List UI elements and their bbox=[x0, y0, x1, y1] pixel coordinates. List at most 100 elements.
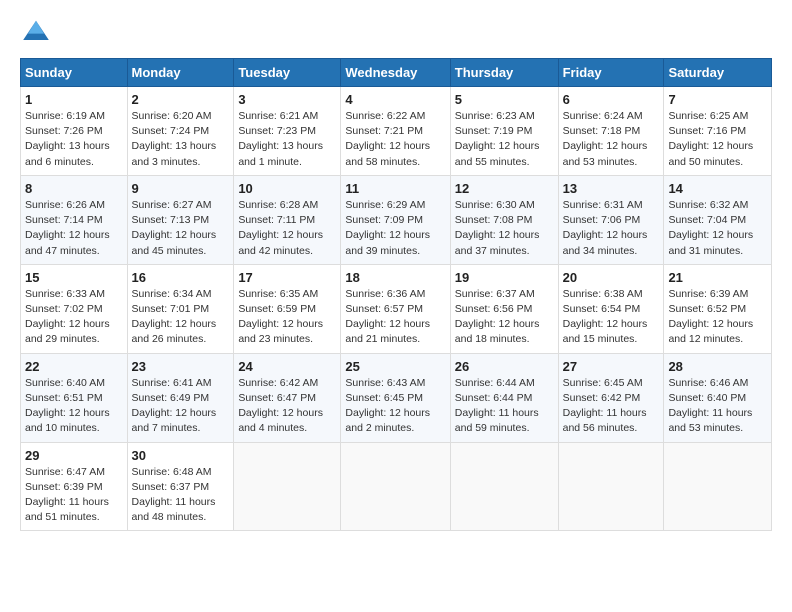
day-number: 29 bbox=[25, 448, 123, 463]
calendar-week-row: 1 Sunrise: 6:19 AM Sunset: 7:26 PM Daylig… bbox=[21, 87, 772, 176]
page-header bbox=[20, 16, 772, 48]
calendar-cell: 20 Sunrise: 6:38 AM Sunset: 6:54 PM Dayli… bbox=[558, 264, 664, 353]
calendar-cell: 13 Sunrise: 6:31 AM Sunset: 7:06 PM Dayli… bbox=[558, 175, 664, 264]
calendar-cell: 22Sunrise: 6:40 AM Sunset: 6:51 PM Dayli… bbox=[21, 353, 128, 442]
day-info: Sunrise: 6:25 AM Sunset: 7:16 PM Dayligh… bbox=[668, 109, 767, 170]
day-info: Sunrise: 6:29 AM Sunset: 7:09 PM Dayligh… bbox=[345, 198, 445, 259]
calendar-table: SundayMondayTuesdayWednesdayThursdayFrid… bbox=[20, 58, 772, 531]
day-info: Sunrise: 6:44 AM Sunset: 6:44 PM Dayligh… bbox=[455, 376, 554, 437]
day-number: 18 bbox=[345, 270, 445, 285]
day-number: 5 bbox=[455, 92, 554, 107]
calendar-day-header: Thursday bbox=[450, 59, 558, 87]
calendar-cell bbox=[558, 442, 664, 531]
calendar-cell: 5 Sunrise: 6:23 AM Sunset: 7:19 PM Daylig… bbox=[450, 87, 558, 176]
calendar-cell bbox=[341, 442, 450, 531]
day-info: Sunrise: 6:48 AM Sunset: 6:37 PM Dayligh… bbox=[132, 465, 230, 526]
calendar-day-header: Saturday bbox=[664, 59, 772, 87]
day-number: 10 bbox=[238, 181, 336, 196]
calendar-cell: 8Sunrise: 6:26 AM Sunset: 7:14 PM Daylig… bbox=[21, 175, 128, 264]
day-number: 28 bbox=[668, 359, 767, 374]
calendar-cell: 25 Sunrise: 6:43 AM Sunset: 6:45 PM Dayli… bbox=[341, 353, 450, 442]
day-info: Sunrise: 6:38 AM Sunset: 6:54 PM Dayligh… bbox=[563, 287, 660, 348]
calendar-cell: 3 Sunrise: 6:21 AM Sunset: 7:23 PM Daylig… bbox=[234, 87, 341, 176]
day-number: 20 bbox=[563, 270, 660, 285]
calendar-cell: 24 Sunrise: 6:42 AM Sunset: 6:47 PM Dayli… bbox=[234, 353, 341, 442]
calendar-cell: 12 Sunrise: 6:30 AM Sunset: 7:08 PM Dayli… bbox=[450, 175, 558, 264]
day-info: Sunrise: 6:24 AM Sunset: 7:18 PM Dayligh… bbox=[563, 109, 660, 170]
day-info: Sunrise: 6:39 AM Sunset: 6:52 PM Dayligh… bbox=[668, 287, 767, 348]
calendar-cell: 6 Sunrise: 6:24 AM Sunset: 7:18 PM Daylig… bbox=[558, 87, 664, 176]
day-number: 13 bbox=[563, 181, 660, 196]
day-info: Sunrise: 6:41 AM Sunset: 6:49 PM Dayligh… bbox=[132, 376, 230, 437]
calendar-cell: 15 Sunrise: 6:33 AM Sunset: 7:02 PM Dayli… bbox=[21, 264, 128, 353]
day-number: 17 bbox=[238, 270, 336, 285]
day-number: 15 bbox=[25, 270, 123, 285]
calendar-cell: 10Sunrise: 6:28 AM Sunset: 7:11 PM Dayli… bbox=[234, 175, 341, 264]
calendar-cell: 30 Sunrise: 6:48 AM Sunset: 6:37 PM Dayli… bbox=[127, 442, 234, 531]
calendar-cell bbox=[234, 442, 341, 531]
day-info: Sunrise: 6:31 AM Sunset: 7:06 PM Dayligh… bbox=[563, 198, 660, 259]
day-info: Sunrise: 6:34 AM Sunset: 7:01 PM Dayligh… bbox=[132, 287, 230, 348]
day-number: 1 bbox=[25, 92, 123, 107]
day-number: 26 bbox=[455, 359, 554, 374]
calendar-header-row: SundayMondayTuesdayWednesdayThursdayFrid… bbox=[21, 59, 772, 87]
day-number: 8 bbox=[25, 181, 123, 196]
day-info: Sunrise: 6:45 AM Sunset: 6:42 PM Dayligh… bbox=[563, 376, 660, 437]
day-number: 25 bbox=[345, 359, 445, 374]
calendar-cell: 4 Sunrise: 6:22 AM Sunset: 7:21 PM Daylig… bbox=[341, 87, 450, 176]
day-number: 12 bbox=[455, 181, 554, 196]
day-number: 22 bbox=[25, 359, 123, 374]
calendar-cell bbox=[664, 442, 772, 531]
calendar-cell: 26 Sunrise: 6:44 AM Sunset: 6:44 PM Dayli… bbox=[450, 353, 558, 442]
calendar-cell: 23 Sunrise: 6:41 AM Sunset: 6:49 PM Dayli… bbox=[127, 353, 234, 442]
calendar-cell: 14 Sunrise: 6:32 AM Sunset: 7:04 PM Dayli… bbox=[664, 175, 772, 264]
day-number: 6 bbox=[563, 92, 660, 107]
day-number: 27 bbox=[563, 359, 660, 374]
day-info: Sunrise: 6:32 AM Sunset: 7:04 PM Dayligh… bbox=[668, 198, 767, 259]
calendar-day-header: Friday bbox=[558, 59, 664, 87]
day-number: 7 bbox=[668, 92, 767, 107]
calendar-cell: 19 Sunrise: 6:37 AM Sunset: 6:56 PM Dayli… bbox=[450, 264, 558, 353]
day-info: Sunrise: 6:42 AM Sunset: 6:47 PM Dayligh… bbox=[238, 376, 336, 437]
calendar-week-row: 15 Sunrise: 6:33 AM Sunset: 7:02 PM Dayli… bbox=[21, 264, 772, 353]
calendar-cell: 17Sunrise: 6:35 AM Sunset: 6:59 PM Dayli… bbox=[234, 264, 341, 353]
day-number: 21 bbox=[668, 270, 767, 285]
day-info: Sunrise: 6:47 AM Sunset: 6:39 PM Dayligh… bbox=[25, 465, 123, 526]
calendar-cell: 1 Sunrise: 6:19 AM Sunset: 7:26 PM Daylig… bbox=[21, 87, 128, 176]
day-number: 4 bbox=[345, 92, 445, 107]
calendar-cell: 7 Sunrise: 6:25 AM Sunset: 7:16 PM Daylig… bbox=[664, 87, 772, 176]
day-info: Sunrise: 6:36 AM Sunset: 6:57 PM Dayligh… bbox=[345, 287, 445, 348]
calendar-cell: 27 Sunrise: 6:45 AM Sunset: 6:42 PM Dayli… bbox=[558, 353, 664, 442]
day-info: Sunrise: 6:22 AM Sunset: 7:21 PM Dayligh… bbox=[345, 109, 445, 170]
day-number: 23 bbox=[132, 359, 230, 374]
day-number: 24 bbox=[238, 359, 336, 374]
calendar-day-header: Sunday bbox=[21, 59, 128, 87]
day-number: 2 bbox=[132, 92, 230, 107]
day-info: Sunrise: 6:23 AM Sunset: 7:19 PM Dayligh… bbox=[455, 109, 554, 170]
day-info: Sunrise: 6:20 AM Sunset: 7:24 PM Dayligh… bbox=[132, 109, 230, 170]
calendar-cell: 11 Sunrise: 6:29 AM Sunset: 7:09 PM Dayli… bbox=[341, 175, 450, 264]
calendar-day-header: Wednesday bbox=[341, 59, 450, 87]
day-number: 11 bbox=[345, 181, 445, 196]
day-info: Sunrise: 6:37 AM Sunset: 6:56 PM Dayligh… bbox=[455, 287, 554, 348]
day-info: Sunrise: 6:19 AM Sunset: 7:26 PM Dayligh… bbox=[25, 109, 123, 170]
day-number: 9 bbox=[132, 181, 230, 196]
day-info: Sunrise: 6:33 AM Sunset: 7:02 PM Dayligh… bbox=[25, 287, 123, 348]
day-number: 16 bbox=[132, 270, 230, 285]
calendar-week-row: 29 Sunrise: 6:47 AM Sunset: 6:39 PM Dayli… bbox=[21, 442, 772, 531]
day-info: Sunrise: 6:30 AM Sunset: 7:08 PM Dayligh… bbox=[455, 198, 554, 259]
day-number: 19 bbox=[455, 270, 554, 285]
calendar-cell: 16 Sunrise: 6:34 AM Sunset: 7:01 PM Dayli… bbox=[127, 264, 234, 353]
day-number: 3 bbox=[238, 92, 336, 107]
day-info: Sunrise: 6:43 AM Sunset: 6:45 PM Dayligh… bbox=[345, 376, 445, 437]
calendar-day-header: Monday bbox=[127, 59, 234, 87]
day-info: Sunrise: 6:27 AM Sunset: 7:13 PM Dayligh… bbox=[132, 198, 230, 259]
calendar-cell: 18 Sunrise: 6:36 AM Sunset: 6:57 PM Dayli… bbox=[341, 264, 450, 353]
day-number: 30 bbox=[132, 448, 230, 463]
calendar-cell: 2 Sunrise: 6:20 AM Sunset: 7:24 PM Daylig… bbox=[127, 87, 234, 176]
calendar-day-header: Tuesday bbox=[234, 59, 341, 87]
day-info: Sunrise: 6:21 AM Sunset: 7:23 PM Dayligh… bbox=[238, 109, 336, 170]
logo bbox=[20, 16, 56, 48]
calendar-cell: 29 Sunrise: 6:47 AM Sunset: 6:39 PM Dayli… bbox=[21, 442, 128, 531]
day-number: 14 bbox=[668, 181, 767, 196]
